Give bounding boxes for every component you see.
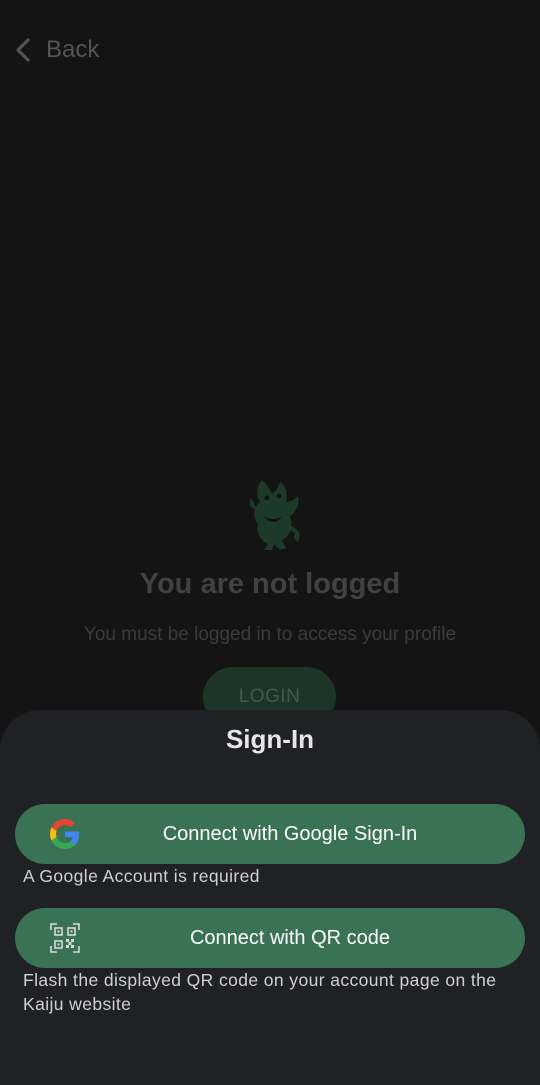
- chevron-left-icon: [16, 38, 30, 62]
- back-button[interactable]: Back: [14, 36, 99, 64]
- qr-code-icon: [50, 923, 80, 953]
- sign-in-bottom-sheet: Sign-In Connect with Google Sign-In A Go…: [0, 710, 540, 1085]
- google-sign-in-label: Connect with Google Sign-In: [162, 822, 418, 845]
- google-sign-in-button[interactable]: Connect with Google Sign-In: [15, 804, 525, 864]
- sheet-title: Sign-In: [225, 724, 315, 754]
- google-caption: A Google Account is required: [23, 866, 260, 886]
- back-label: Back: [46, 36, 100, 63]
- not-logged-title: You are not logged: [139, 568, 401, 600]
- qr-code-label: Connect with QR code: [189, 926, 391, 949]
- kaiju-mascot-icon: [250, 480, 300, 550]
- not-logged-subtitle: You must be logged in to access your pro…: [83, 624, 457, 645]
- qr-caption: Flash the displayed QR code on your acco…: [23, 970, 497, 1014]
- qr-code-button[interactable]: Connect with QR code: [15, 908, 525, 968]
- google-g-icon: [50, 819, 80, 849]
